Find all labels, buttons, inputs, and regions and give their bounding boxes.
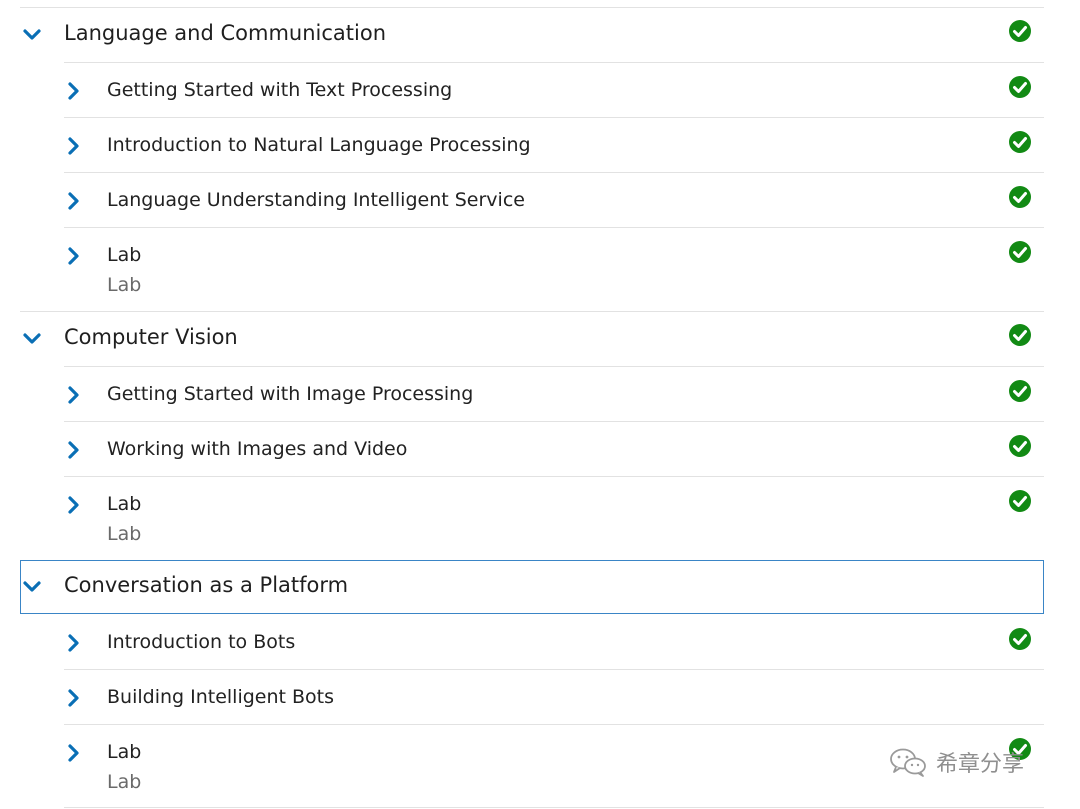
unit-title: Building Intelligent Bots: [107, 686, 335, 708]
check-circle-icon: [1009, 241, 1031, 263]
chevron-down-icon: [23, 333, 41, 344]
module-title: Conversation as a Platform: [64, 573, 349, 597]
check-circle-icon: [1009, 20, 1031, 42]
wechat-icon: [890, 748, 926, 777]
unit-title: Getting Started with Text Processing: [107, 79, 453, 101]
unit-item-lab[interactable]: Lab Lab: [64, 228, 1044, 311]
unit-title: Lab: [107, 741, 142, 763]
check-circle-icon: [1009, 324, 1031, 346]
unit-item[interactable]: Introduction to Bots: [64, 615, 1044, 669]
unit-item[interactable]: Working with Images and Video: [64, 422, 1044, 476]
unit-type-label: Lab: [107, 771, 142, 793]
module-header-language-and-communication[interactable]: Language and Communication: [20, 8, 1044, 62]
watermark: 希章分享: [888, 742, 1024, 782]
unit-type-label: Lab: [107, 523, 142, 545]
chevron-down-icon: [23, 581, 41, 592]
unit-title: Working with Images and Video: [107, 438, 408, 460]
chevron-right-icon: [68, 634, 79, 652]
module-title: Computer Vision: [64, 325, 238, 349]
unit-item[interactable]: Building Intelligent Bots: [64, 670, 1044, 724]
chevron-right-icon: [68, 137, 79, 155]
unit-title: Getting Started with Image Processing: [107, 383, 474, 405]
chevron-right-icon: [68, 82, 79, 100]
chevron-right-icon: [68, 496, 79, 514]
check-circle-icon: [1009, 380, 1031, 402]
module-header-conversation-as-a-platform[interactable]: Conversation as a Platform: [20, 560, 1044, 614]
unit-title: Introduction to Natural Language Process…: [107, 134, 531, 156]
unit-item-lab[interactable]: Lab Lab: [64, 477, 1044, 560]
chevron-right-icon: [68, 441, 79, 459]
chevron-right-icon: [68, 386, 79, 404]
unit-title: Language Understanding Intelligent Servi…: [107, 189, 525, 211]
unit-item[interactable]: Getting Started with Text Processing: [64, 63, 1044, 117]
check-circle-icon: [1009, 628, 1031, 650]
unit-title: Lab: [107, 244, 142, 266]
chevron-down-icon: [23, 29, 41, 40]
unit-type-label: Lab: [107, 274, 142, 296]
unit-title: Introduction to Bots: [107, 631, 296, 653]
unit-item[interactable]: Introduction to Natural Language Process…: [64, 118, 1044, 172]
check-circle-icon: [1009, 131, 1031, 153]
chevron-right-icon: [68, 744, 79, 762]
watermark-text: 希章分享: [936, 752, 1025, 777]
check-circle-icon: [1009, 490, 1031, 512]
chevron-right-icon: [68, 247, 79, 265]
check-circle-icon: [1009, 435, 1031, 457]
check-circle-icon: [1009, 186, 1031, 208]
unit-title: Lab: [107, 493, 142, 515]
check-circle-icon: [1009, 76, 1031, 98]
module-title: Language and Communication: [64, 21, 387, 45]
unit-item[interactable]: Getting Started with Image Processing: [64, 367, 1044, 421]
chevron-right-icon: [68, 192, 79, 210]
module-header-computer-vision[interactable]: Computer Vision: [20, 312, 1044, 366]
unit-item[interactable]: Language Understanding Intelligent Servi…: [64, 173, 1044, 227]
chevron-right-icon: [68, 689, 79, 707]
